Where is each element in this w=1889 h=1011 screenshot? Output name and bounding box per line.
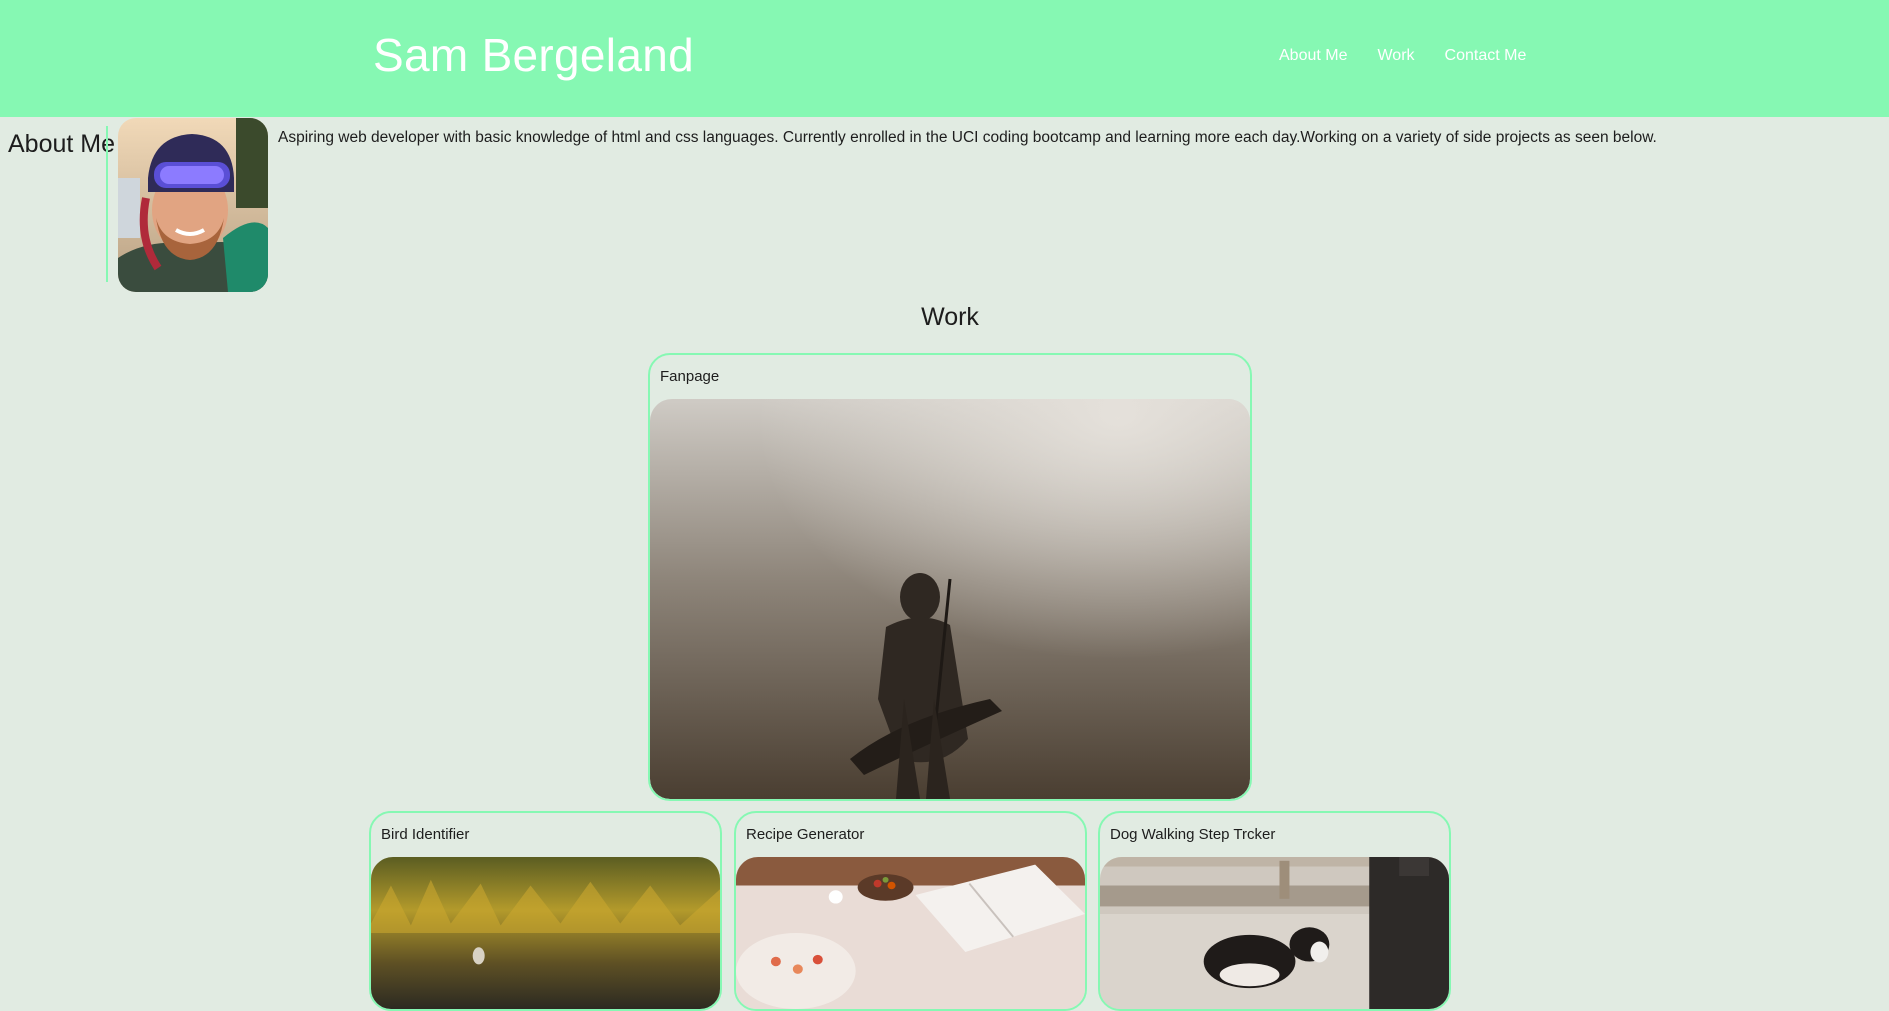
project-title: Recipe Generator xyxy=(746,826,865,843)
nav-link-about[interactable]: About Me xyxy=(1279,47,1347,65)
project-title: Dog Walking Step Trcker xyxy=(1110,826,1276,843)
main-nav: About Me Work Contact Me xyxy=(1279,47,1526,65)
project-image xyxy=(736,857,1085,1009)
bird-photo-graphic xyxy=(371,857,720,1009)
project-card-recipe-generator[interactable]: Recipe Generator xyxy=(734,811,1087,1011)
nav-link-work[interactable]: Work xyxy=(1377,47,1414,65)
work-heading: Work xyxy=(921,303,979,331)
project-image xyxy=(1100,857,1449,1009)
profile-photo-graphic xyxy=(118,118,268,292)
project-title: Bird Identifier xyxy=(381,826,470,843)
project-card-bird-identifier[interactable]: Bird Identifier xyxy=(369,811,722,1011)
about-divider xyxy=(106,126,108,282)
about-heading: About Me xyxy=(8,130,116,158)
project-card-dog-walking[interactable]: Dog Walking Step Trcker xyxy=(1098,811,1451,1011)
project-title: Fanpage xyxy=(660,368,720,385)
nav-link-contact[interactable]: Contact Me xyxy=(1445,47,1527,65)
guitarist-photo-graphic xyxy=(650,399,1250,799)
project-image xyxy=(371,857,720,1009)
about-description: Aspiring web developer with basic knowle… xyxy=(278,129,1657,146)
dog-photo-graphic xyxy=(1100,857,1449,1009)
profile-photo xyxy=(118,118,268,292)
recipe-photo-graphic xyxy=(736,857,1085,1009)
project-card-fanpage[interactable]: Fanpage xyxy=(648,353,1252,801)
project-image xyxy=(650,399,1250,799)
site-title: Sam Bergeland xyxy=(373,29,694,81)
site-header: Sam Bergeland About Me Work Contact Me xyxy=(0,0,1889,117)
